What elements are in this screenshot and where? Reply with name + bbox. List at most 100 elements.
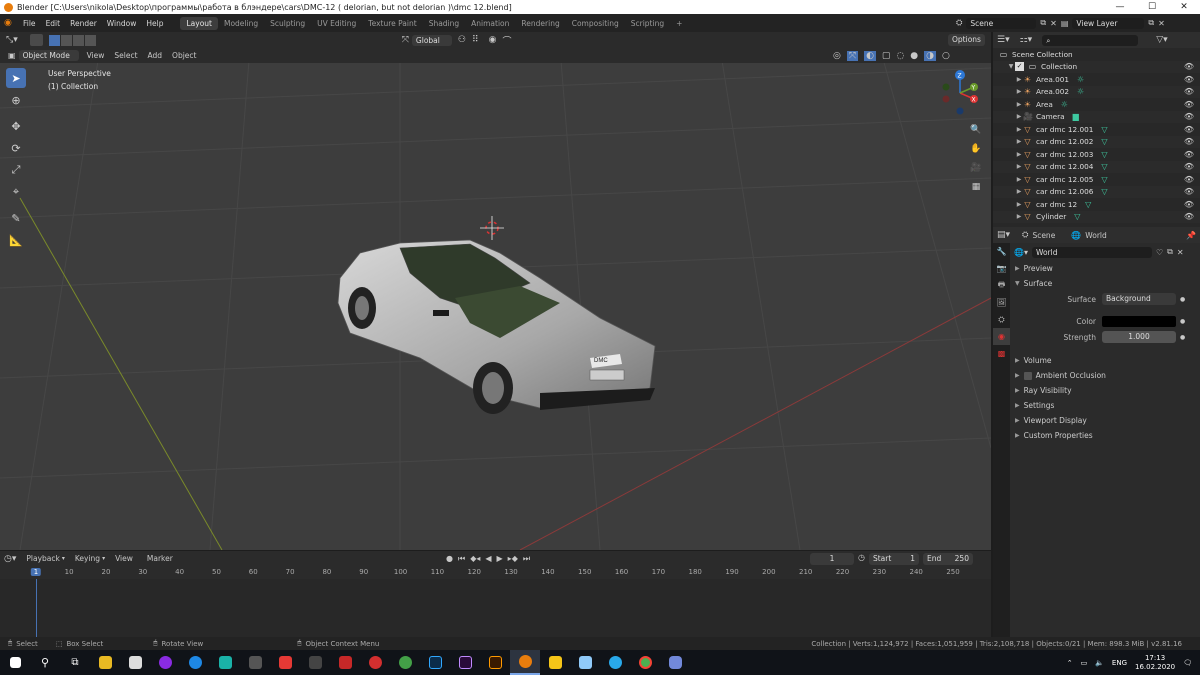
- expand-arrow-icon[interactable]: ▶: [1015, 201, 1023, 208]
- camera-view-icon[interactable]: 🎥: [968, 160, 984, 176]
- eye-icon[interactable]: 👁: [1184, 150, 1194, 159]
- next-key-icon[interactable]: ▸◆: [508, 554, 518, 564]
- section-surface[interactable]: ▼ Surface: [1010, 276, 1200, 291]
- render-tab-icon[interactable]: 📷: [993, 260, 1010, 277]
- timeline-menu-playback[interactable]: Playback: [26, 554, 59, 563]
- zoom-icon[interactable]: 🔍: [968, 122, 984, 138]
- app-green-icon[interactable]: [390, 650, 420, 675]
- color-link-icon[interactable]: ●: [1180, 318, 1185, 325]
- tab-rendering[interactable]: Rendering: [515, 17, 565, 30]
- object-data-icon[interactable]: ▽: [1074, 212, 1080, 221]
- pivot-icon[interactable]: ⚇: [458, 35, 466, 45]
- expand-arrow-icon[interactable]: ▶: [1015, 188, 1023, 195]
- pan-hand-icon[interactable]: ✋: [968, 141, 984, 157]
- tab-shading[interactable]: Shading: [423, 17, 465, 30]
- remove-view-layer-icon[interactable]: ✕: [1158, 19, 1165, 28]
- eye-icon[interactable]: 👁: [1184, 100, 1194, 109]
- tab-layout[interactable]: Layout: [180, 16, 218, 30]
- outliner-item[interactable]: ▶ ▽ car dmc 12.003 ▽ 👁: [993, 148, 1200, 161]
- jump-start-icon[interactable]: ⏮: [458, 554, 465, 564]
- move-tool-icon[interactable]: ✥: [6, 116, 26, 136]
- eye-icon[interactable]: 👁: [1184, 125, 1194, 134]
- object-data-icon[interactable]: ▽: [1101, 175, 1107, 184]
- world-tab-icon[interactable]: ◉: [993, 328, 1010, 345]
- eye-icon[interactable]: 👁: [1184, 112, 1194, 121]
- collection-row[interactable]: ▼ ✓ ▭ Collection 👁: [993, 60, 1200, 73]
- object-data-icon[interactable]: ▽: [1101, 150, 1107, 159]
- expand-arrow-icon[interactable]: ▶: [1015, 113, 1023, 120]
- tab-compositing[interactable]: Compositing: [566, 17, 625, 30]
- frame-ruler[interactable]: 1 10 20 30 40 50 60 70 80 90 100 110 120 130 140 150 160…: [0, 566, 991, 579]
- scene-selector[interactable]: Scene: [966, 17, 1037, 29]
- object-data-icon[interactable]: ☼: [1077, 75, 1084, 84]
- selection-mode-icons[interactable]: [48, 34, 96, 46]
- world-datablock-icon[interactable]: 🌐▾: [1014, 248, 1028, 257]
- eye-icon[interactable]: 👁: [1184, 212, 1194, 221]
- checkbox-icon[interactable]: ✓: [1015, 62, 1024, 72]
- object-data-icon[interactable]: ▽: [1101, 125, 1107, 134]
- tab-texture-paint[interactable]: Texture Paint: [362, 17, 422, 30]
- color-swatch[interactable]: [1102, 315, 1176, 327]
- volume-icon[interactable]: 🔈: [1095, 659, 1104, 667]
- mail-icon[interactable]: [120, 650, 150, 675]
- view-layer-tab-icon[interactable]: 🖼: [993, 294, 1010, 311]
- expand-arrow-icon[interactable]: ▶: [1015, 138, 1023, 145]
- editor-type-icon[interactable]: ⤡▾: [6, 35, 18, 45]
- section-preview[interactable]: ▶ Preview: [1010, 261, 1200, 276]
- shading-material-icon[interactable]: ◑: [924, 50, 937, 61]
- eye-icon[interactable]: 👁: [1184, 200, 1194, 209]
- object-data-icon[interactable]: ▽: [1101, 187, 1107, 196]
- filter-icon[interactable]: ▽▾: [1156, 35, 1167, 45]
- shading-rendered-icon[interactable]: ○: [942, 51, 950, 61]
- shading-solid-icon[interactable]: ●: [910, 51, 918, 61]
- outliner-item[interactable]: ▶ ▽ car dmc 12.005 ▽ 👁: [993, 173, 1200, 186]
- options-dropdown[interactable]: Options: [948, 34, 985, 46]
- app-red-icon[interactable]: [270, 650, 300, 675]
- maximize-button[interactable]: ☐: [1136, 0, 1168, 14]
- viewport-menu-add[interactable]: Add: [148, 51, 163, 60]
- select-box-tool-icon[interactable]: ➤: [6, 68, 26, 88]
- expand-arrow-icon[interactable]: ▶: [1015, 101, 1023, 108]
- tray-arrow-icon[interactable]: ⌃: [1067, 659, 1073, 667]
- new-scene-icon[interactable]: ⧉: [1040, 18, 1046, 28]
- timeline-keyframes-area[interactable]: [0, 579, 991, 637]
- tab-modeling[interactable]: Modeling: [218, 17, 264, 30]
- snap-icon[interactable]: ⠿: [472, 35, 479, 45]
- menu-help[interactable]: Help: [141, 19, 168, 28]
- timeline-menu-keying[interactable]: Keying: [75, 554, 100, 563]
- app-purple-icon[interactable]: [150, 650, 180, 675]
- ao-checkbox[interactable]: [1023, 371, 1032, 380]
- object-data-icon[interactable]: ▽: [1085, 200, 1091, 209]
- view-layer-selector[interactable]: View Layer: [1072, 17, 1145, 29]
- outliner-item[interactable]: ▶ ☀ Area ☼ 👁: [993, 98, 1200, 111]
- gizmo-toggle-icon[interactable]: ⤧: [846, 50, 859, 61]
- object-data-icon[interactable]: ▆: [1073, 112, 1079, 121]
- illustrator-icon[interactable]: [480, 650, 510, 675]
- edge-browser-icon[interactable]: [180, 650, 210, 675]
- blender-taskbar-icon[interactable]: [510, 650, 540, 675]
- shader-link-icon[interactable]: ●: [1180, 296, 1185, 303]
- blender-menu-icon[interactable]: ◉: [4, 18, 18, 28]
- display-mode-icon[interactable]: ⚏▾: [1020, 35, 1033, 45]
- menu-render[interactable]: Render: [65, 19, 102, 28]
- current-frame-field[interactable]: 1: [810, 552, 854, 565]
- strength-link-icon[interactable]: ●: [1180, 334, 1185, 341]
- rotate-tool-icon[interactable]: ⟳: [6, 138, 26, 158]
- viewport-menu-view[interactable]: View: [87, 51, 105, 60]
- tab-scripting[interactable]: Scripting: [625, 17, 670, 30]
- add-workspace-button[interactable]: +: [670, 17, 688, 30]
- object-data-icon[interactable]: ▽: [1101, 162, 1107, 171]
- select-tool-icon[interactable]: [29, 34, 43, 46]
- tab-uv-editing[interactable]: UV Editing: [311, 17, 362, 30]
- menu-window[interactable]: Window: [102, 19, 142, 28]
- outliner-item[interactable]: ▶ ☀ Area.001 ☼ 👁: [993, 73, 1200, 86]
- record-icon[interactable]: ●: [446, 554, 453, 564]
- end-frame-field[interactable]: End 250: [922, 552, 973, 565]
- eye-icon[interactable]: 👁: [1184, 75, 1194, 84]
- outliner-search-input[interactable]: ⌕: [1042, 34, 1139, 46]
- eye-icon[interactable]: 👁: [1184, 62, 1194, 71]
- eye-icon[interactable]: 👁: [1184, 187, 1194, 196]
- 3d-viewport[interactable]: DMC: [0, 48, 991, 550]
- viewport-menu-select[interactable]: Select: [114, 51, 137, 60]
- expand-arrow-icon[interactable]: ▶: [1015, 126, 1023, 133]
